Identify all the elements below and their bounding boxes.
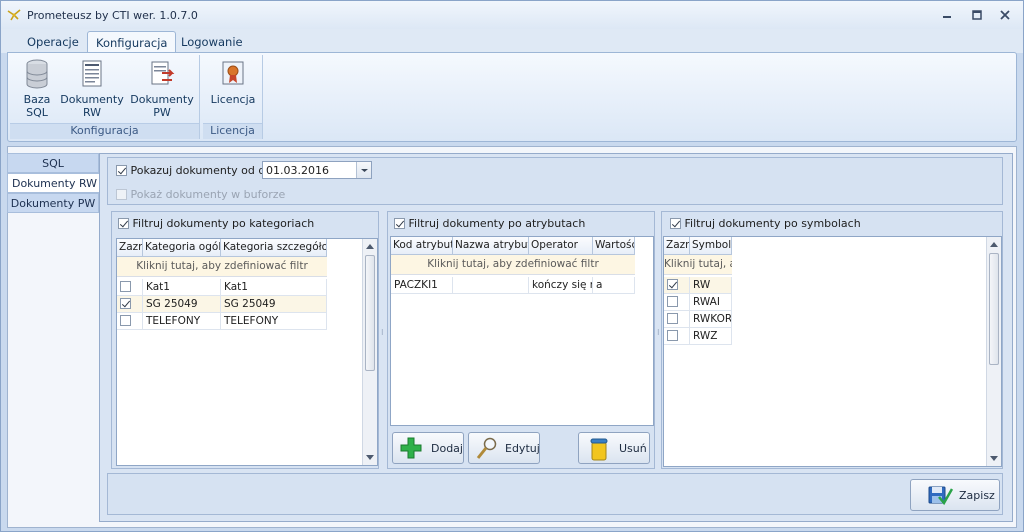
splitter-handle[interactable]: ⁝ [381, 329, 385, 337]
row-check[interactable] [667, 313, 678, 324]
dokumenty-pw-button[interactable]: Dokumenty PW [130, 59, 194, 119]
categories-grid: Zazn Kategoria ogólna Kategoria szczegół… [116, 238, 378, 466]
row-check[interactable] [667, 330, 678, 341]
minimize-icon[interactable] [941, 10, 953, 20]
col-header-nazwa-atrybutu[interactable]: Nazwa atrybutu [453, 237, 529, 255]
col-header-kod-atrybutu[interactable]: Kod atrybutu [391, 237, 453, 255]
group-caption-licencja: Licencja [203, 123, 262, 139]
row-check[interactable] [120, 281, 131, 292]
ribbon-tab-bar: Operacje Konfiguracja Logowanie [1, 29, 1023, 53]
scroll-up-icon[interactable] [990, 242, 998, 247]
certificate-icon [222, 61, 244, 85]
database-icon [26, 59, 48, 89]
scroll-down-icon[interactable] [366, 455, 374, 460]
title-bar: Prometeusz by CTI wer. 1.0.7.0 [1, 1, 1023, 29]
col-header-zazn[interactable]: Zazn [664, 237, 690, 255]
footer-bar: Zapisz [107, 473, 1003, 515]
categories-filter-check[interactable] [118, 218, 129, 229]
col-header-kategoria-szczegolowa[interactable]: Kategoria szczegółowa [221, 239, 327, 257]
categories-filter-row[interactable]: Kliknij tutaj, aby zdefiniować filtr [117, 257, 327, 277]
scroll-down-icon[interactable] [990, 456, 998, 461]
symbols-grid: Zazn Symbol Kliknij tutaj, aby zdefiniow… [663, 236, 1002, 467]
show-from-checkbox[interactable]: Pokazuj dokumenty od dnia [116, 164, 282, 177]
licencja-button[interactable]: Licencja [207, 59, 259, 106]
attributes-filter-checkbox[interactable]: Filtruj dokumenty po atrybutach [394, 217, 585, 230]
ribbon: Baza SQL Dokumenty RW Dokumenty PW Konfi… [7, 52, 1017, 142]
symbols-filter-check[interactable] [670, 218, 681, 229]
symbols-scrollbar[interactable] [986, 237, 1001, 466]
row-check[interactable] [120, 315, 131, 326]
attributes-filter-check[interactable] [394, 218, 405, 229]
col-header-symbol[interactable]: Symbol [690, 237, 732, 255]
scroll-thumb[interactable] [989, 253, 999, 365]
tab-logowanie[interactable]: Logowanie [173, 31, 251, 53]
close-icon[interactable] [999, 10, 1011, 20]
symbols-filter-checkbox[interactable]: Filtruj dokumenty po symbolach [670, 217, 861, 230]
col-header-operator[interactable]: Operator [529, 237, 593, 255]
delete-button[interactable]: Usuń [578, 432, 650, 464]
ribbon-group-konfiguracja: Baza SQL Dokumenty RW Dokumenty PW Konfi… [10, 55, 200, 139]
categories-scrollbar[interactable] [362, 239, 377, 465]
tab-konfiguracja[interactable]: Konfiguracja [87, 31, 177, 53]
save-disk-icon [928, 486, 953, 506]
add-button[interactable]: Dodaj [392, 432, 464, 464]
window-title: Prometeusz by CTI wer. 1.0.7.0 [27, 9, 198, 22]
col-header-wartosc[interactable]: Wartość [593, 237, 635, 255]
categories-filter-box: Filtruj dokumenty po kategoriach Zazn Ka… [111, 211, 379, 469]
symbols-filter-box: Filtruj dokumenty po symbolach Zazn Symb… [661, 211, 1003, 469]
row-check[interactable] [120, 298, 131, 309]
attributes-filter-row[interactable]: Kliknij tutaj, aby zdefiniować filtr [391, 255, 635, 275]
trash-bin-icon [590, 438, 608, 461]
chevron-down-icon [361, 169, 368, 172]
row-check[interactable] [667, 279, 678, 290]
buffer-check[interactable] [116, 189, 127, 200]
edit-button[interactable]: Edytuj [468, 432, 540, 464]
baza-sql-button[interactable]: Baza SQL [16, 59, 58, 119]
side-tab-sql[interactable]: SQL [7, 153, 99, 173]
maximize-icon[interactable] [971, 10, 983, 20]
document-list-icon [82, 60, 102, 87]
col-header-kategoria-ogolna[interactable]: Kategoria ogólna [143, 239, 221, 257]
magnifier-icon [476, 437, 497, 459]
categories-filter-checkbox[interactable]: Filtruj dokumenty po kategoriach [118, 217, 314, 230]
document-transfer-icon [151, 61, 175, 85]
date-input[interactable]: 01.03.2016 [262, 161, 372, 179]
date-dropdown-button[interactable] [356, 162, 371, 178]
ribbon-group-licencja: Licencja Licencja [203, 55, 263, 139]
scroll-up-icon[interactable] [366, 244, 374, 249]
show-from-check[interactable] [116, 165, 127, 176]
plus-icon [400, 437, 422, 459]
col-header-zazn[interactable]: Zazn [117, 239, 143, 257]
scroll-thumb[interactable] [365, 255, 375, 371]
date-filter-box: Pokazuj dokumenty od dnia 01.03.2016 Pok… [107, 157, 1003, 205]
side-tab-dokumenty-pw[interactable]: Dokumenty PW [7, 193, 99, 213]
tab-operacje[interactable]: Operacje [19, 31, 87, 53]
app-window: Prometeusz by CTI wer. 1.0.7.0 Operacje … [0, 0, 1024, 532]
attributes-grid: Kod atrybutu Nazwa atrybutu Operator War… [390, 236, 654, 426]
dokumenty-rw-button[interactable]: Dokumenty RW [60, 59, 124, 119]
row-check[interactable] [667, 296, 678, 307]
symbols-filter-row[interactable]: Kliknij tutaj, aby zdefiniować filtr [664, 255, 732, 275]
buffer-checkbox[interactable]: Pokaż dokumenty w buforze [116, 188, 285, 201]
group-caption-konfiguracja: Konfiguracja [10, 123, 199, 139]
attributes-filter-box: Filtruj dokumenty po atrybutach Kod atry… [387, 211, 655, 469]
side-tab-dokumenty-rw[interactable]: Dokumenty RW [7, 173, 101, 193]
app-logo-icon [7, 9, 21, 21]
save-button[interactable]: Zapisz [910, 479, 1000, 511]
